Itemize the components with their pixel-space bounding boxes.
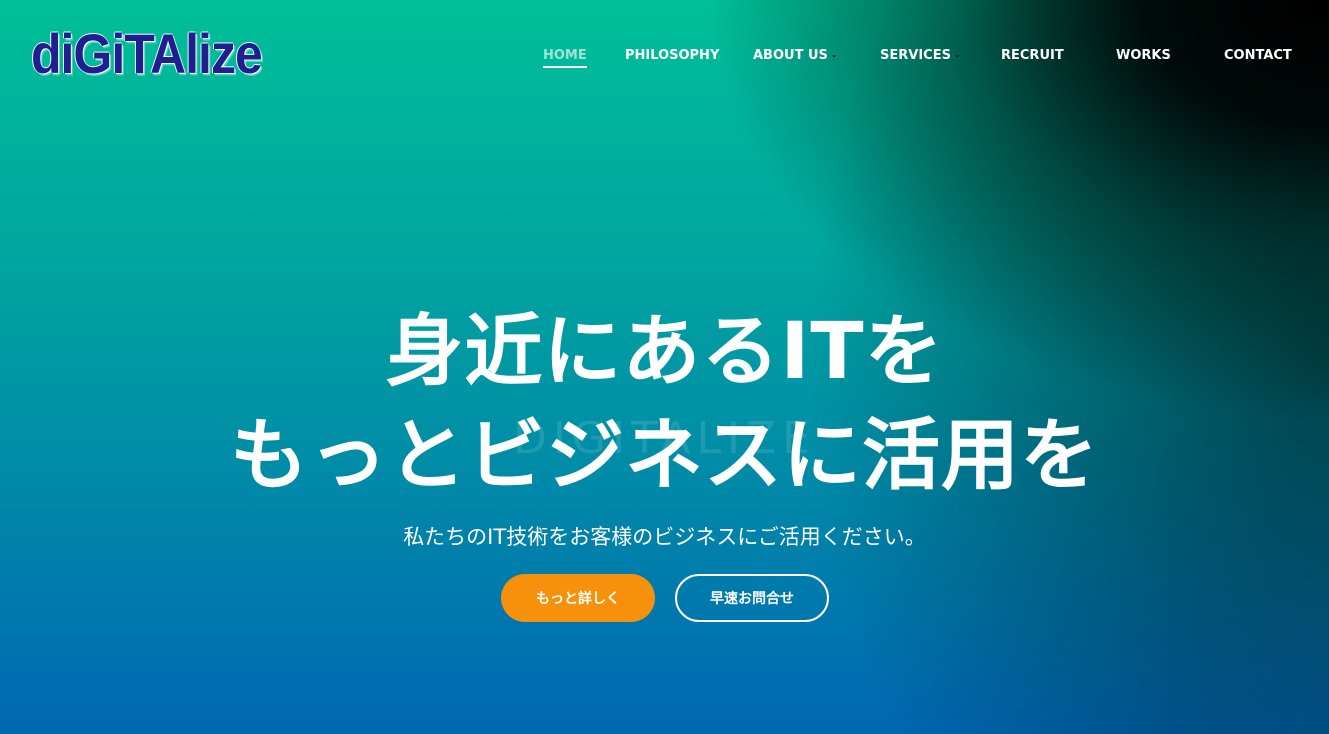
headline-line-1: 身近にあるITを bbox=[385, 307, 944, 397]
nav-item-label: SERVICES bbox=[880, 47, 951, 63]
chevron-down-icon: ⌄ bbox=[1066, 50, 1074, 59]
hero-section: diGiTAlize HOME PHILOSOPHY ABOUT US ⌄ SE… bbox=[0, 0, 1329, 734]
main-nav: HOME PHILOSOPHY ABOUT US ⌄ SERVICES ⌄ RE… bbox=[0, 44, 1329, 68]
nav-item-recruit[interactable]: RECRUIT ⌄ bbox=[1001, 44, 1073, 66]
nav-item-home[interactable]: HOME bbox=[543, 44, 587, 68]
nav-item-label: PHILOSOPHY bbox=[625, 47, 720, 63]
nav-item-works[interactable]: WORKS bbox=[1116, 44, 1171, 66]
nav-item-contact[interactable]: CONTACT bbox=[1224, 44, 1292, 66]
active-underline bbox=[543, 66, 587, 68]
nav-item-label: HOME bbox=[543, 47, 587, 63]
chevron-down-icon: ⌄ bbox=[830, 50, 838, 59]
nav-item-label: RECRUIT bbox=[1001, 47, 1064, 63]
headline-line-2: もっとビジネスに活用を bbox=[229, 411, 1099, 501]
contact-now-button[interactable]: 早速お問合せ bbox=[675, 574, 829, 622]
nav-item-label: WORKS bbox=[1116, 47, 1171, 63]
nav-item-services[interactable]: SERVICES ⌄ bbox=[880, 44, 961, 66]
nav-item-label: CONTACT bbox=[1224, 47, 1292, 63]
nav-item-label: ABOUT US bbox=[753, 47, 828, 63]
learn-more-button[interactable]: もっと詳しく bbox=[501, 574, 655, 622]
hero-headline: 身近にあるITを もっとビジネスに活用を bbox=[0, 300, 1329, 508]
nav-item-about-us[interactable]: ABOUT US ⌄ bbox=[753, 44, 838, 66]
chevron-down-icon: ⌄ bbox=[953, 50, 961, 59]
hero-subtitle: 私たちのIT技術をお客様のビジネスにご活用ください。 bbox=[403, 525, 926, 549]
nav-item-philosophy[interactable]: PHILOSOPHY bbox=[625, 44, 719, 66]
